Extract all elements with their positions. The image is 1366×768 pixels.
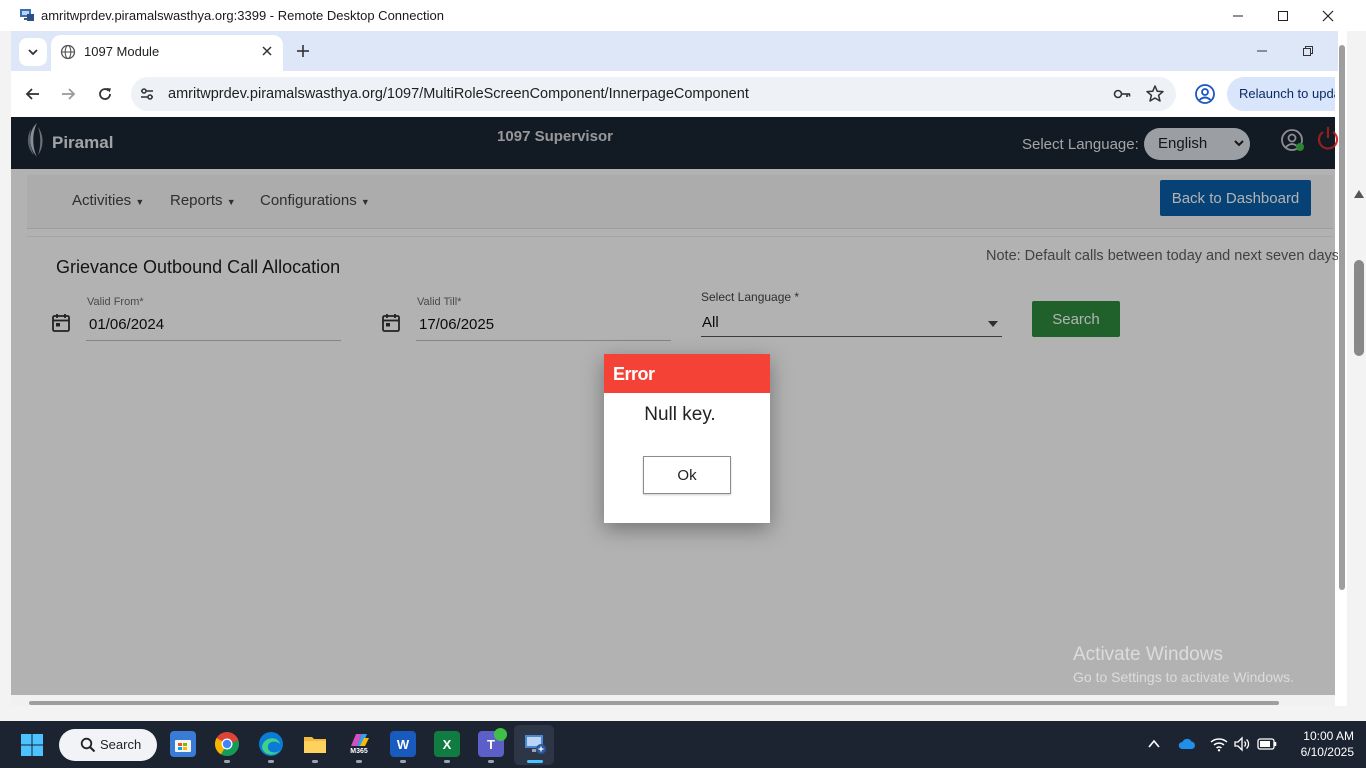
password-key-icon[interactable]: [1112, 84, 1132, 104]
globe-icon: [60, 44, 76, 60]
taskbar-search-label: Search: [100, 737, 142, 752]
teams-letter: T: [487, 736, 495, 752]
remote-desktop-taskbar-icon[interactable]: [522, 731, 548, 757]
windows-start-icon[interactable]: [20, 733, 44, 757]
excel-icon[interactable]: X: [434, 731, 460, 757]
word-running-indicator: [400, 760, 406, 763]
arrow-left-icon: [25, 88, 39, 100]
word-letter: W: [396, 736, 410, 752]
excel-running-indicator: [444, 760, 450, 763]
chrome-running-indicator: [224, 760, 230, 763]
microsoft-store-icon[interactable]: [170, 731, 196, 757]
m365-label: M365: [350, 748, 368, 755]
edge-running-indicator: [268, 760, 274, 763]
battery-icon[interactable]: [1257, 737, 1277, 751]
back-nav-button[interactable]: [21, 82, 45, 106]
tab-title: 1097 Module: [84, 44, 160, 59]
browser-minimize-button[interactable]: [1250, 40, 1274, 62]
explorer-running-indicator: [312, 760, 318, 763]
horizontal-scrollbar-thumb[interactable]: [29, 701, 1279, 705]
onedrive-cloud-icon[interactable]: [1178, 737, 1196, 751]
desktop-right-edge: [1347, 31, 1366, 721]
wifi-icon[interactable]: [1210, 736, 1228, 752]
error-dialog-message: Null key.: [644, 404, 716, 425]
activate-windows-subtitle: Go to Settings to activate Windows.: [1073, 669, 1294, 685]
minimize-icon: [1233, 15, 1243, 16]
profile-icon[interactable]: [1194, 83, 1216, 105]
rdp-active-indicator: [527, 760, 543, 763]
edge-icon[interactable]: [258, 731, 284, 757]
url-text[interactable]: amritwprdev.piramalswasthya.org/1097/Mul…: [168, 86, 749, 102]
volume-icon[interactable]: [1233, 736, 1251, 752]
page-scrollbar-thumb[interactable]: [1339, 45, 1345, 590]
arrow-right-icon: [62, 88, 76, 100]
tab-close-button[interactable]: [258, 42, 276, 60]
rdp-close-button[interactable]: [1305, 0, 1351, 31]
m365-running-indicator: [356, 760, 362, 763]
browser-restore-button[interactable]: [1296, 40, 1320, 62]
close-icon: [1322, 10, 1334, 21]
remote-desktop-icon: [19, 7, 35, 23]
rdp-maximize-button[interactable]: [1260, 0, 1306, 31]
teams-running-indicator: [488, 760, 494, 763]
minimize-icon: [1257, 50, 1267, 52]
new-tab-button[interactable]: [292, 40, 314, 62]
maximize-icon: [1278, 10, 1288, 21]
ok-button[interactable]: Ok: [643, 456, 731, 494]
relaunch-to-update-button[interactable]: Relaunch to update: [1227, 77, 1335, 111]
clock-time[interactable]: 10:00 AM: [1294, 729, 1354, 743]
scroll-up-arrow-icon[interactable]: [1354, 190, 1364, 198]
teams-available-badge: [494, 728, 507, 741]
restore-icon: [1303, 46, 1313, 56]
reload-button[interactable]: [93, 82, 117, 106]
rdp-vertical-scrollbar-thumb[interactable]: [1354, 260, 1364, 356]
search-icon: [80, 737, 96, 753]
close-icon: [262, 46, 272, 56]
plus-icon: [297, 45, 309, 57]
chrome-icon[interactable]: [214, 731, 240, 757]
forward-nav-button[interactable]: [56, 82, 80, 106]
file-explorer-icon[interactable]: [302, 731, 328, 757]
error-dialog-title: Error: [613, 364, 655, 384]
desktop-left-edge: [0, 31, 11, 721]
show-hidden-icons-chevron-up-icon[interactable]: [1147, 737, 1161, 751]
tab-search-button[interactable]: [19, 38, 47, 66]
chevron-down-icon: [28, 49, 38, 56]
word-icon[interactable]: W: [390, 731, 416, 757]
excel-letter: X: [442, 736, 452, 752]
reload-icon: [99, 88, 111, 100]
activate-windows-title: Activate Windows: [1073, 644, 1223, 665]
windows-taskbar: [0, 721, 1366, 768]
clock-date[interactable]: 6/10/2025: [1290, 745, 1354, 759]
bookmark-star-icon[interactable]: [1145, 84, 1165, 104]
rdp-minimize-button[interactable]: [1215, 0, 1261, 31]
microsoft-365-icon[interactable]: M365: [346, 731, 372, 757]
site-settings-icon[interactable]: [138, 85, 156, 103]
desktop-bottom-edge: [0, 706, 1366, 721]
rdp-window-title: amritwprdev.piramalswasthya.org:3399 - R…: [41, 8, 444, 23]
